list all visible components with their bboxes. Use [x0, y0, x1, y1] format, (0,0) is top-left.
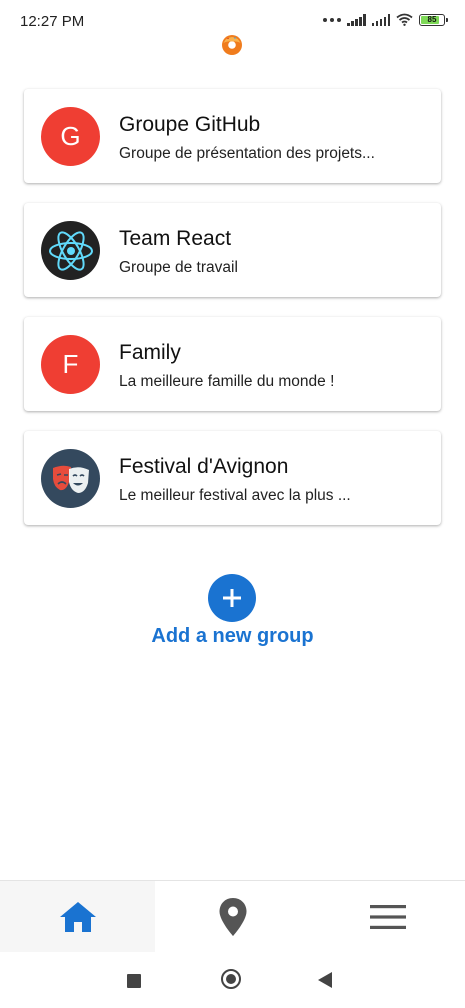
back-icon[interactable]: [318, 972, 332, 988]
theater-masks-icon: [52, 465, 89, 493]
group-avatar: F: [41, 335, 100, 394]
group-card-team-react[interactable]: Team React Groupe de travail: [24, 203, 441, 297]
signal-icon: [347, 13, 366, 26]
status-time: 12:27 PM: [20, 13, 85, 30]
wifi-icon: [396, 13, 413, 26]
group-card-family[interactable]: F Family La meilleure famille du monde !: [24, 317, 441, 411]
add-group-button[interactable]: [208, 574, 256, 622]
tab-menu[interactable]: [310, 881, 465, 953]
group-name: Team React: [119, 227, 232, 250]
group-description: Le meilleur festival avec la plus ...: [119, 487, 351, 504]
add-group-label[interactable]: Add a new group: [0, 625, 465, 648]
recent-apps-icon[interactable]: [127, 974, 141, 988]
home-icon: [59, 902, 96, 932]
avatar-letter: G: [60, 121, 81, 151]
react-logo-icon: [48, 230, 93, 271]
signal-icon: [371, 13, 390, 26]
donut-logo-icon: [222, 35, 242, 55]
group-card-github[interactable]: G Groupe GitHub Groupe de présentation d…: [24, 89, 441, 183]
battery-level: 85: [427, 15, 437, 24]
group-name: Family: [119, 341, 181, 364]
map-pin-icon: [219, 898, 246, 936]
group-list: G Groupe GitHub Groupe de présentation d…: [24, 89, 441, 545]
group-description: Groupe de travail: [119, 259, 238, 276]
group-avatar: [41, 221, 100, 280]
bottom-tab-bar: [0, 880, 465, 953]
group-description: La meilleure famille du monde !: [119, 373, 335, 390]
status-icons: 85: [323, 13, 448, 26]
hamburger-menu-icon: [369, 905, 406, 929]
group-description: Groupe de présentation des projets...: [119, 145, 375, 162]
tab-home[interactable]: [0, 881, 155, 953]
group-avatar: [41, 449, 100, 508]
group-avatar: G: [41, 107, 100, 166]
avatar-letter: F: [62, 349, 79, 379]
plus-icon: [223, 589, 241, 607]
home-circle-icon[interactable]: [221, 969, 241, 989]
dots-icon: [323, 17, 341, 22]
group-name: Groupe GitHub: [119, 113, 261, 136]
group-name: Festival d'Avignon: [119, 455, 289, 478]
tab-map[interactable]: [155, 881, 310, 953]
group-card-festival-avignon[interactable]: Festival d'Avignon Le meilleur festival …: [24, 431, 441, 525]
battery-icon: 85: [419, 13, 448, 26]
